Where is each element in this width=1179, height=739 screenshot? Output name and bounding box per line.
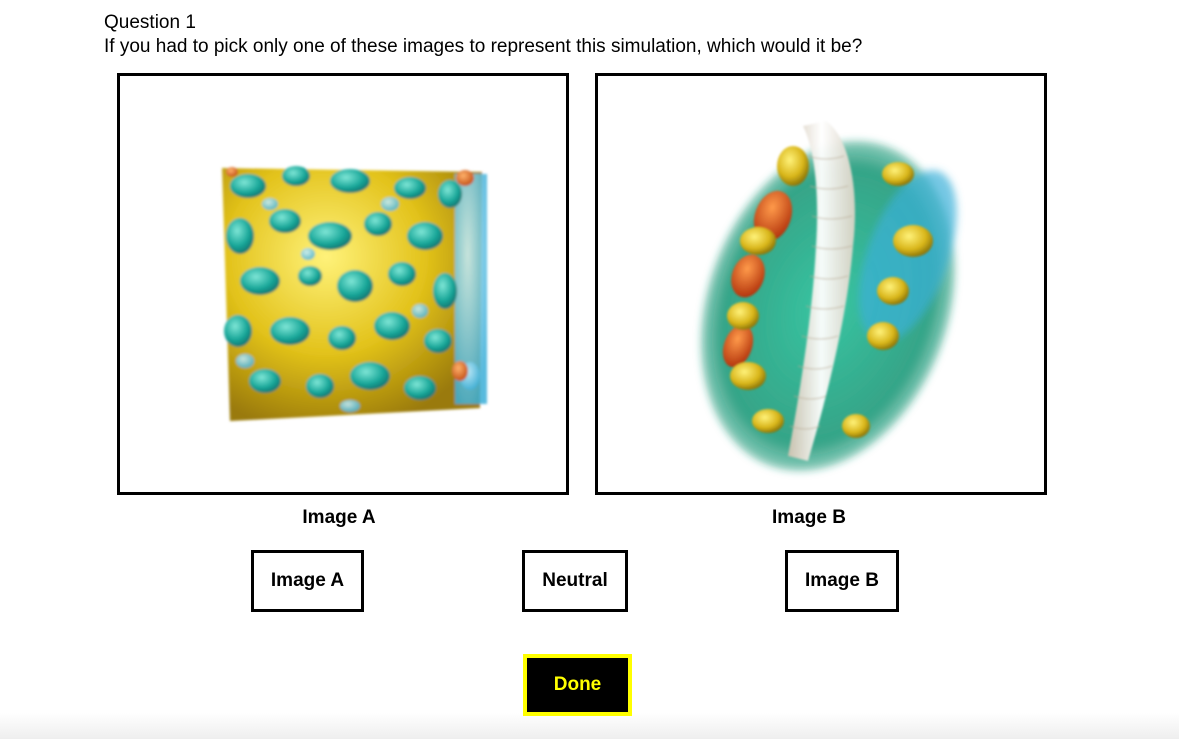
- done-button[interactable]: Done: [523, 654, 632, 716]
- question-text: If you had to pick only one of these ima…: [104, 36, 863, 57]
- image-a-caption: Image A: [302, 507, 376, 528]
- question-title: Question 1: [104, 12, 196, 33]
- neutral-button[interactable]: Neutral: [522, 550, 628, 612]
- image-a-visualization: [222, 166, 487, 421]
- choose-image-b-button[interactable]: Image B: [785, 550, 899, 612]
- choose-image-a-button[interactable]: Image A: [251, 550, 364, 612]
- image-b-caption: Image B: [772, 507, 846, 528]
- bottom-shadow: [0, 713, 1179, 739]
- image-b-visualization: [701, 121, 957, 471]
- image-a-frame: [117, 73, 569, 495]
- image-b-frame: [595, 73, 1047, 495]
